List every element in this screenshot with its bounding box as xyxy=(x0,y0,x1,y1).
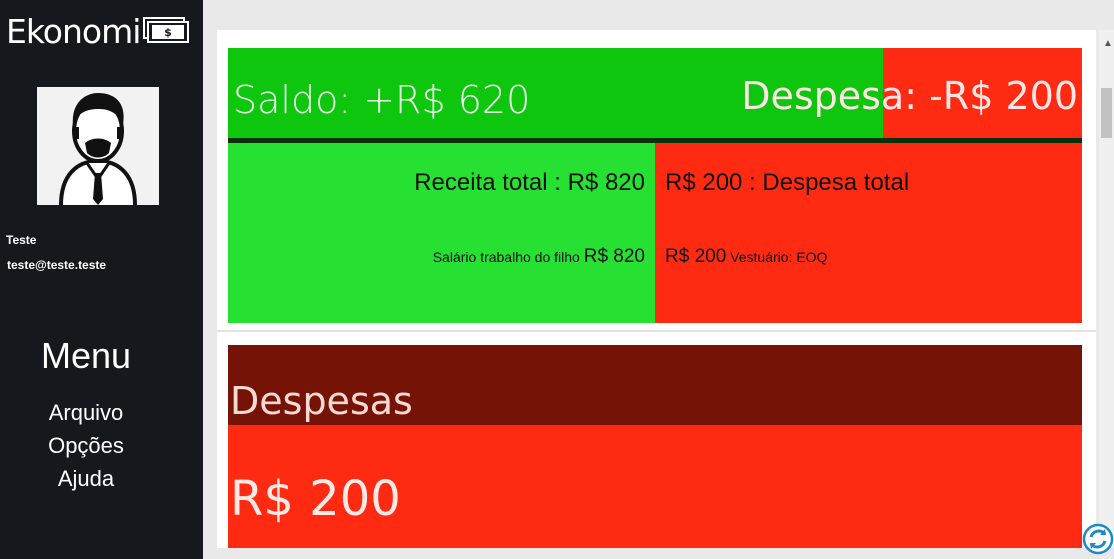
content-panel: Saldo: +R$ 620 Despesa: -R$ 200 Receita … xyxy=(217,30,1096,548)
menu-item-ajuda[interactable]: Ajuda xyxy=(0,464,172,494)
receita-item-value: R$ 820 xyxy=(583,246,645,267)
menu-item-opcoes[interactable]: Opções xyxy=(0,431,172,461)
despesa-title: R$ 200 : Despesa total xyxy=(665,169,910,196)
despesa-text: Despesa: -R$ 200 xyxy=(741,74,1078,118)
despesas-title: Despesas xyxy=(230,379,413,423)
user-name: Teste xyxy=(6,233,37,247)
despesa-panel: R$ 200 : Despesa total R$ 200 Vestuário:… xyxy=(655,143,1082,323)
vertical-scrollbar[interactable]: ▲ xyxy=(1099,30,1114,548)
receita-title: Receita total : R$ 820 xyxy=(414,169,645,196)
scroll-up-icon[interactable]: ▲ xyxy=(1103,38,1113,49)
receita-item-label: Salário trabalho do filho xyxy=(432,249,580,265)
sidebar: Ekonomi $ Teste teste@teste.teste Menu A… xyxy=(0,0,203,559)
menu-item-arquivo[interactable]: Arquivo xyxy=(0,398,172,428)
avatar-icon xyxy=(59,93,137,206)
summary-card: Saldo: +R$ 620 Despesa: -R$ 200 Receita … xyxy=(217,30,1096,332)
despesas-body: R$ 200 xyxy=(228,425,1082,548)
app-logo-text: Ekonomi xyxy=(6,12,141,51)
main-area: Saldo: +R$ 620 Despesa: -R$ 200 Receita … xyxy=(203,0,1114,559)
despesas-value: R$ 200 xyxy=(230,471,401,527)
user-email: teste@teste.teste xyxy=(7,258,107,272)
money-icon: $ xyxy=(143,17,189,43)
receita-panel: Receita total : R$ 820 Salário trabalho … xyxy=(228,143,655,323)
refresh-icon[interactable] xyxy=(1082,523,1114,555)
despesas-header: Despesas xyxy=(228,345,1082,425)
avatar xyxy=(37,87,159,206)
saldo-text: Saldo: +R$ 620 xyxy=(233,78,531,122)
despesa-item-label: Vestuário: EOQ xyxy=(730,249,828,265)
svg-text:$: $ xyxy=(164,26,172,39)
despesas-card: Despesas R$ 200 xyxy=(217,332,1096,548)
menu-title: Menu xyxy=(40,335,132,376)
scroll-thumb[interactable] xyxy=(1101,88,1112,138)
despesa-item: R$ 200 Vestuário: EOQ xyxy=(665,246,827,268)
receita-item: Salário trabalho do filho R$ 820 xyxy=(433,246,645,268)
despesa-item-value: R$ 200 xyxy=(665,246,727,267)
